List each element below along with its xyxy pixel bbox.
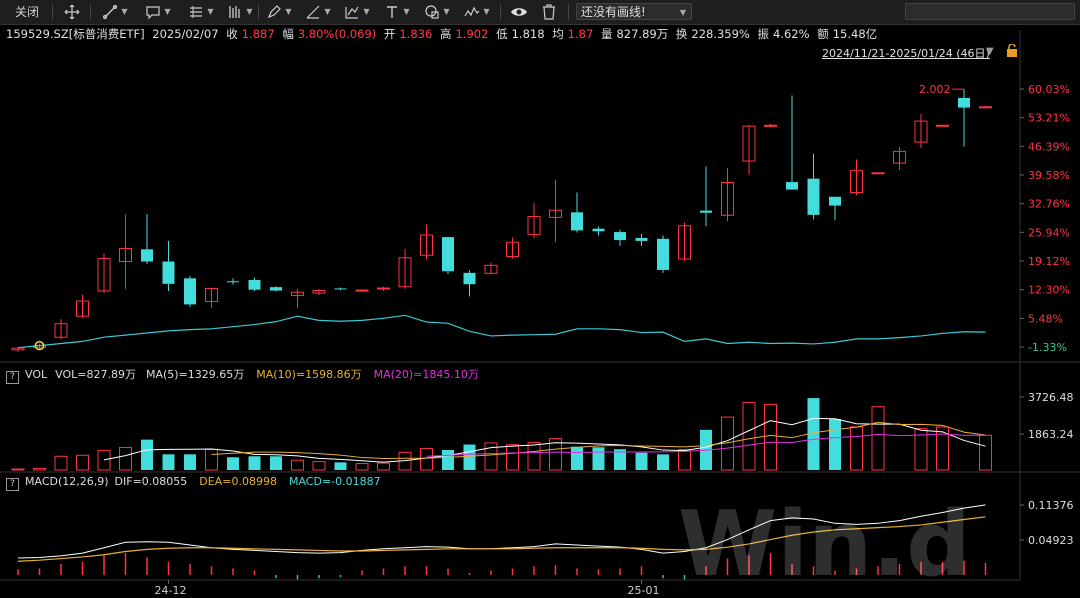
- date-axis-label: 25-01: [628, 584, 660, 597]
- volume-bar-up: [355, 463, 369, 471]
- volume-bar-down: [227, 457, 239, 470]
- price-axis-label: 32.76%: [1028, 198, 1070, 211]
- help-icon[interactable]: ?: [6, 371, 19, 384]
- candle-body-up: [355, 289, 369, 292]
- vol-ma5: MA(5)=1329.65万: [145, 368, 245, 381]
- candle-body-up: [764, 124, 777, 127]
- volume-bar-up: [76, 454, 89, 471]
- volume-bar-down: [248, 456, 261, 470]
- candle-body-down: [571, 212, 583, 231]
- candle-body-down: [227, 281, 239, 283]
- vol-pane-name: VOL: [25, 368, 48, 381]
- macd-dea: DEA=0.08998: [199, 475, 277, 488]
- candle-body-down: [463, 272, 476, 285]
- candle-body-down: [635, 237, 648, 241]
- kline-chart[interactable]: 2.002 60.03% 53.21% 46.39% 39.58% 32.76% 25.9…: [0, 0, 1080, 598]
- volume-bar-down: [184, 454, 196, 470]
- vol-axis-label: 1863.24: [1028, 428, 1074, 441]
- candle-body-down: [829, 196, 841, 206]
- candle-body-up: [871, 172, 885, 175]
- volume-bar-down: [635, 452, 648, 470]
- volume-bar-up: [979, 434, 992, 471]
- volume-bar-up: [312, 461, 326, 471]
- price-axis-label: 39.58%: [1028, 169, 1070, 182]
- volume-bar-down: [463, 444, 476, 470]
- volume-ma5-line: [103, 417, 986, 463]
- volume-bar-up: [11, 468, 25, 471]
- volume-bar-up: [291, 459, 304, 471]
- macd-axis-label: 0.11376: [1028, 499, 1074, 512]
- price-axis-label: 5.48%: [1028, 312, 1063, 325]
- macd-legend: ? MACD(12,26,9) DIF=0.08055 DEA=0.08998 MACD…: [6, 475, 381, 491]
- volume-bar-down: [141, 439, 153, 470]
- volume-bar-up: [54, 455, 68, 471]
- price-axis-label: 46.39%: [1028, 140, 1070, 153]
- volume-bar-up: [506, 444, 519, 471]
- candle-body-down: [442, 237, 454, 272]
- price-axis-label: 60.03%: [1028, 83, 1070, 96]
- volume-bar-up: [742, 401, 756, 471]
- date-axis-label: 24-12: [155, 584, 187, 597]
- vol-axis-label: 3726.48: [1028, 391, 1074, 404]
- price-axis-label: 53.21%: [1028, 112, 1070, 125]
- macd-pane-name: MACD(12,26,9): [25, 475, 109, 488]
- candle-body-down: [184, 278, 196, 305]
- watermark: Win.d: [678, 492, 971, 597]
- macd-dif: DIF=0.08055: [114, 475, 188, 488]
- volume-bar-up: [764, 403, 777, 471]
- volume-bar-down: [442, 450, 454, 470]
- candle-body-down: [248, 280, 261, 290]
- volume-bar-down: [571, 446, 583, 470]
- volume-bar-up: [377, 462, 390, 471]
- volume-bar-down: [657, 454, 669, 470]
- candle-body-down: [592, 228, 605, 232]
- candle-body-down: [958, 97, 970, 108]
- price-axis-label: 25.94%: [1028, 226, 1070, 239]
- candle-body-down: [334, 288, 347, 290]
- vol-ma20: MA(20)=1845.10万: [373, 368, 479, 381]
- volume-bar-up: [527, 442, 541, 471]
- volume-bar-up: [205, 448, 218, 471]
- volume-bar-up: [119, 446, 132, 471]
- max-price-label: 2.002: [919, 83, 951, 96]
- candle-body-down: [786, 182, 798, 190]
- volume-bar-up: [33, 467, 46, 471]
- macd-value: MACD=-0.01887: [288, 475, 381, 488]
- volume-bar-up: [871, 406, 885, 471]
- indicator-line: [17, 314, 986, 349]
- candle-body-down: [162, 261, 175, 284]
- candle-body-down: [700, 210, 712, 213]
- help-icon[interactable]: ?: [6, 478, 19, 491]
- volume-bar-up: [97, 449, 111, 471]
- candle-body-up: [979, 106, 992, 109]
- candle-body-down: [614, 232, 626, 241]
- volume-bar-up: [678, 448, 691, 471]
- candle-body-up: [936, 124, 949, 127]
- price-axis-label: -1.33%: [1028, 341, 1067, 354]
- volume-bar-up: [420, 447, 433, 471]
- candle-body-down: [657, 238, 669, 270]
- macd-axis-label: 0.04923: [1028, 534, 1074, 547]
- volume-bar-down: [334, 462, 347, 470]
- volume-bar-down: [592, 447, 605, 470]
- vol-value: VOL=827.89万: [55, 368, 136, 381]
- vol-ma10: MA(10)=1598.86万: [256, 368, 362, 381]
- candle-body-up: [377, 287, 390, 290]
- volume-bar-down: [270, 456, 282, 470]
- volume-bar-down: [829, 419, 841, 470]
- volume-bar-up: [850, 426, 863, 471]
- candle-body-down: [141, 249, 153, 262]
- price-axis-label: 19.12%: [1028, 255, 1070, 268]
- volume-bar-down: [162, 454, 175, 470]
- vol-legend: ? VOL VOL=827.89万 MA(5)=1329.65万 MA(10)=1598…: [6, 366, 479, 384]
- candle-body-down: [270, 287, 282, 291]
- candle-body-down: [807, 178, 820, 215]
- price-axis-label: 12.30%: [1028, 284, 1070, 297]
